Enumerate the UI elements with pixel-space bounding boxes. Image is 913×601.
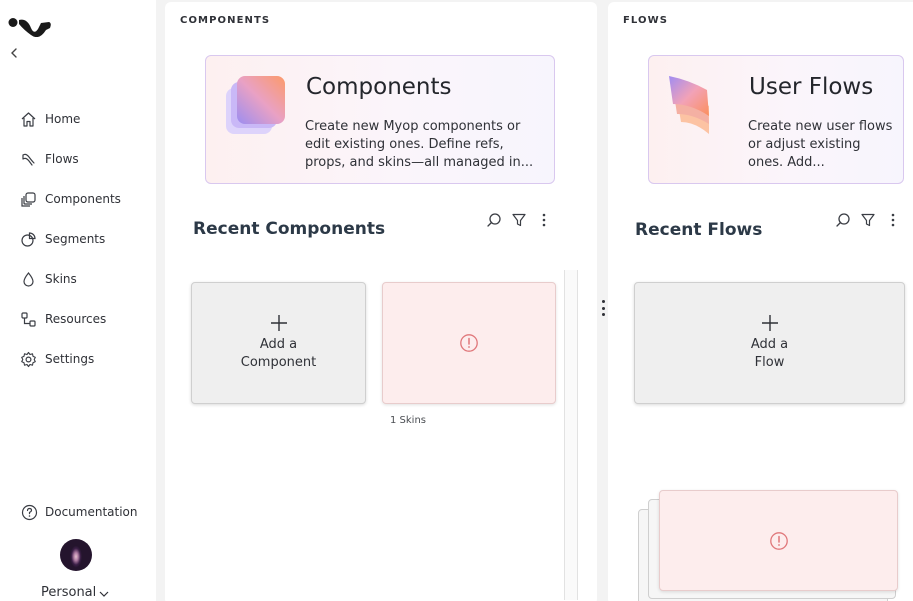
hero-description: Create new Myop components or edit exist… — [305, 119, 534, 170]
documentation-link[interactable]: Documentation — [20, 502, 138, 522]
search-icon[interactable] — [486, 212, 502, 228]
sidebar-item-components[interactable]: Components — [19, 179, 121, 219]
section-toolbar — [835, 212, 910, 228]
sidebar-item-label: Settings — [45, 352, 95, 366]
sidebar-item-segments[interactable]: Segments — [19, 219, 121, 259]
flows-hero-card[interactable]: User Flows Create new user flows or adju… — [648, 55, 904, 184]
components-panel: COMPONENTS Components Create new Myop co… — [165, 2, 597, 601]
skins-icon — [19, 270, 37, 288]
sidebar-item-label: Segments — [45, 232, 106, 246]
more-vertical-icon[interactable] — [885, 212, 901, 228]
chevron-left-icon[interactable] — [8, 46, 20, 60]
section-toolbar — [486, 212, 561, 228]
filter-icon[interactable] — [860, 212, 876, 228]
section-title: Recent Flows — [635, 220, 763, 240]
account-switcher[interactable]: Personal — [41, 585, 109, 600]
skins-count: 1 Skins — [390, 415, 427, 426]
add-card-label: Add a Flow — [750, 337, 789, 370]
sidebar-item-home[interactable]: Home — [19, 99, 121, 139]
sidebar-item-label: Components — [45, 192, 121, 206]
filter-icon[interactable] — [511, 212, 527, 228]
panel-resize-handle[interactable] — [601, 300, 605, 316]
panel-header: COMPONENTS — [180, 15, 271, 26]
chevron-down-icon — [99, 591, 109, 597]
scrollbar[interactable] — [564, 270, 578, 600]
resources-icon — [19, 310, 37, 328]
components-hero-card[interactable]: Components Create new Myop components or… — [205, 55, 555, 184]
error-icon — [460, 334, 478, 352]
hero-title: Components — [306, 74, 452, 100]
sidebar-item-resources[interactable]: Resources — [19, 299, 121, 339]
search-icon[interactable] — [835, 212, 851, 228]
add-card-label: Add a Component — [240, 337, 317, 370]
flow-card[interactable] — [659, 490, 898, 591]
hero-title: User Flows — [749, 74, 874, 100]
sidebar-item-label: Resources — [45, 312, 107, 326]
components-illustration-icon — [226, 76, 285, 134]
sidebar-item-label: Flows — [45, 152, 79, 166]
add-flow-card[interactable]: Add a Flow — [634, 282, 905, 404]
components-icon — [19, 190, 37, 208]
flows-panel: FLOWS User Flows Create new user flows o… — [608, 2, 913, 601]
help-icon — [20, 503, 38, 521]
sidebar-item-flows[interactable]: Flows — [19, 139, 121, 179]
account-label: Personal — [41, 585, 97, 600]
sidebar-item-settings[interactable]: Settings — [19, 339, 121, 379]
panel-header: FLOWS — [623, 15, 669, 26]
error-icon — [769, 531, 788, 550]
segments-icon — [19, 230, 37, 248]
sidebar-item-skins[interactable]: Skins — [19, 259, 121, 299]
gear-icon — [19, 350, 37, 368]
more-vertical-icon[interactable] — [536, 212, 552, 228]
flows-illustration-icon — [669, 76, 709, 134]
component-card[interactable] — [382, 282, 556, 404]
sidebar: Home Flows Components Segments Skins Res… — [0, 0, 156, 601]
flows-icon — [19, 150, 37, 168]
sidebar-item-label: Home — [45, 112, 81, 126]
plus-icon — [761, 315, 778, 331]
sidebar-nav: Home Flows Components Segments Skins Res… — [19, 99, 121, 379]
documentation-label: Documentation — [45, 505, 138, 519]
plus-icon — [270, 315, 287, 331]
add-component-card[interactable]: Add a Component — [191, 282, 366, 404]
avatar[interactable] — [60, 539, 92, 571]
section-title: Recent Components — [193, 219, 386, 239]
home-icon — [19, 110, 37, 128]
hero-description: Create new user flows or adjust existing… — [748, 119, 893, 170]
sidebar-item-label: Skins — [45, 272, 77, 286]
logo-icon[interactable] — [8, 15, 52, 37]
